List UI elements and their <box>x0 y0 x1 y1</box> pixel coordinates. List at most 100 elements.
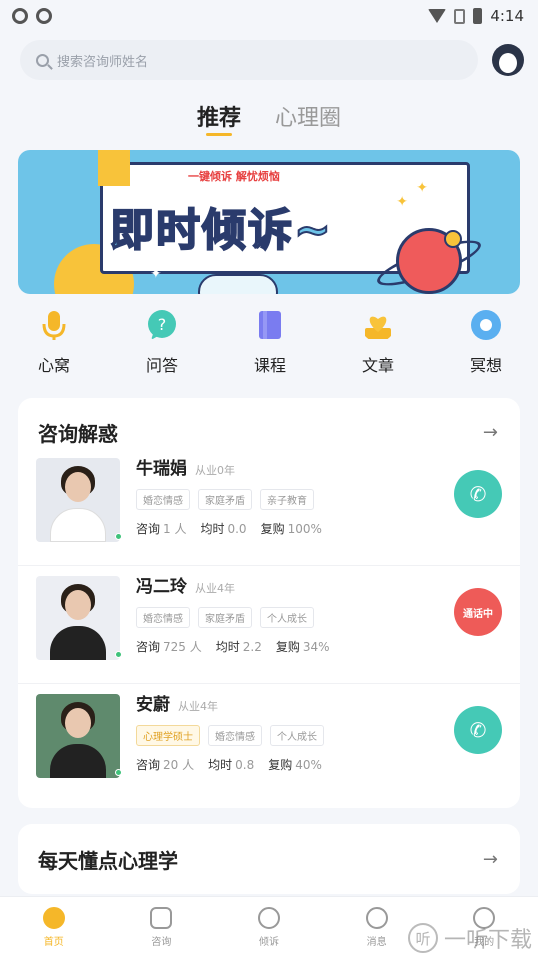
name-line: 安蔚 从业4年 <box>136 690 504 715</box>
status-indicators: 4:14 <box>428 7 524 25</box>
call-button[interactable]: ✆ <box>454 706 502 754</box>
nav-label: 消息 <box>366 937 387 948</box>
name-line: 冯二玲 从业4年 <box>136 572 504 597</box>
counselor-row[interactable]: 牛瑞娟 从业0年 婚恋情感 家庭矛盾 亲子教育 咨询 1 人 均时 0.0 复购 10… <box>18 448 520 566</box>
message-icon <box>365 907 388 929</box>
phone-icon: ✆ <box>469 482 487 506</box>
battery-icon <box>473 8 483 24</box>
user-avatar[interactable] <box>492 44 524 76</box>
nav-label: 倾诉 <box>258 937 279 948</box>
counselor-photo <box>36 576 122 660</box>
in-call-button[interactable]: 通话中 <box>454 588 502 636</box>
photo-face <box>65 708 91 738</box>
sun-icon <box>444 230 462 248</box>
svg-text:?: ? <box>158 315 167 334</box>
counselor-tags: 婚恋情感 家庭矛盾 亲子教育 <box>136 489 504 510</box>
tab-psych-circle[interactable]: 心理圈 <box>275 100 341 140</box>
quick-nav-label: 冥想 <box>469 356 502 375</box>
counselor-photo <box>36 458 122 542</box>
stat-consults: 咨询 1 人 <box>136 522 187 536</box>
nav-home[interactable]: 首页 <box>27 907 81 948</box>
counselor-info: 牛瑞娟 从业0年 婚恋情感 家庭矛盾 亲子教育 咨询 1 人 均时 0.0 复购 10… <box>136 454 504 537</box>
home-icon <box>42 907 65 929</box>
arrow-right-icon[interactable]: → <box>483 849 498 870</box>
tag: 婚恋情感 <box>136 489 190 510</box>
notification-icon <box>12 8 28 24</box>
photo-body <box>50 508 106 542</box>
in-call-label: 通话中 <box>463 608 493 620</box>
search-icon <box>36 53 49 67</box>
quick-nav-course[interactable]: 课程 <box>250 308 290 376</box>
tag: 个人成长 <box>260 607 314 628</box>
tag: 个人成长 <box>270 725 324 746</box>
counselor-stats: 咨询 20 人 均时 0.8 复购 40% <box>136 756 504 773</box>
wifi-icon <box>428 9 447 23</box>
counselor-stats: 咨询 1 人 均时 0.0 复购 100% <box>136 520 504 537</box>
microphone-icon <box>42 311 66 340</box>
nav-label: 首页 <box>43 937 64 948</box>
consult-icon <box>150 907 173 929</box>
counselor-years: 从业0年 <box>195 464 235 477</box>
counselor-years: 从业4年 <box>178 700 218 713</box>
nav-label: 咨询 <box>151 937 172 948</box>
star-icon: ✦ <box>416 180 428 196</box>
counselor-name: 冯二玲 <box>136 577 187 597</box>
tag: 亲子教育 <box>260 489 314 510</box>
section-title: 每天懂点心理学 <box>38 848 178 873</box>
stat-consults: 咨询 725 人 <box>136 640 202 654</box>
counselor-row[interactable]: 冯二玲 从业4年 婚恋情感 家庭矛盾 个人成长 咨询 725 人 均时 2.2 复购… <box>18 566 520 684</box>
tab-recommend[interactable]: 推荐 <box>197 100 241 140</box>
photo-face <box>65 590 91 620</box>
book-icon <box>259 311 281 339</box>
photo-body <box>50 744 106 778</box>
tag: 家庭矛盾 <box>198 607 252 628</box>
top-tabs: 推荐 心理圈 <box>0 100 538 140</box>
quick-nav-label: 问答 <box>145 356 178 375</box>
stat-repeat: 复购 100% <box>260 522 322 536</box>
watermark-text: 一听下载 <box>443 928 532 953</box>
online-status-dot <box>115 769 122 776</box>
quick-nav-qa[interactable]: ? 问答 <box>142 308 182 376</box>
star-icon: ✦ <box>150 266 162 282</box>
stat-avg-time: 均时 0.8 <box>208 758 255 772</box>
nav-messages[interactable]: 消息 <box>350 907 404 948</box>
tag: 家庭矛盾 <box>198 489 252 510</box>
tag: 心理学硕士 <box>136 725 200 746</box>
counselor-name: 牛瑞娟 <box>136 459 187 479</box>
quick-nav-label: 文章 <box>361 356 394 375</box>
meditation-circle-icon <box>471 310 501 340</box>
quick-nav-meditation[interactable]: 冥想 <box>466 308 506 376</box>
heart-card-icon <box>365 316 391 339</box>
arrow-right-icon[interactable]: → <box>483 422 498 443</box>
photo-face <box>65 472 91 502</box>
counselor-row[interactable]: 安蔚 从业4年 心理学硕士 婚恋情感 个人成长 咨询 20 人 均时 0.8 复购 4… <box>18 684 520 802</box>
consult-card-header[interactable]: 咨询解惑 → <box>18 398 520 448</box>
watermark-logo: 听 <box>407 923 438 953</box>
quick-nav-article[interactable]: 文章 <box>358 308 398 376</box>
nav-consult[interactable]: 咨询 <box>134 907 188 948</box>
status-bar: 4:14 <box>0 0 538 32</box>
counselor-photo <box>36 694 122 778</box>
app-screen: 4:14 搜索咨询师姓名 推荐 心理圈 一键倾诉 解忧烦恼 即时倾诉~ ✦ ✦ … <box>0 0 538 958</box>
section-title: 咨询解惑 <box>38 421 118 446</box>
quick-nav: 心窝 ? 问答 课程 文章 冥想 <box>0 294 538 376</box>
promo-banner[interactable]: 一键倾诉 解忧烦恼 即时倾诉~ ✦ ✦ ✦ <box>18 150 520 294</box>
watermark: 听 一听下载 <box>407 922 532 954</box>
counselor-name: 安蔚 <box>136 695 170 715</box>
status-notifications <box>12 8 52 24</box>
search-input[interactable]: 搜索咨询师姓名 <box>20 40 478 80</box>
nav-talk[interactable]: 倾诉 <box>242 907 296 948</box>
question-bubble-icon: ? <box>148 310 176 340</box>
lightbulb-icon <box>257 907 280 929</box>
call-button[interactable]: ✆ <box>454 470 502 518</box>
counselor-tags: 心理学硕士 婚恋情感 个人成长 <box>136 725 504 746</box>
online-status-dot <box>115 533 122 540</box>
counselor-tags: 婚恋情感 家庭矛盾 个人成长 <box>136 607 504 628</box>
notification-icon <box>36 8 52 24</box>
tag: 婚恋情感 <box>208 725 262 746</box>
quick-nav-label: 心窝 <box>37 356 70 375</box>
stat-avg-time: 均时 2.2 <box>215 640 262 654</box>
daily-psychology-card[interactable]: 每天懂点心理学 → <box>18 824 520 894</box>
quick-nav-heart-nest[interactable]: 心窝 <box>34 308 74 376</box>
banner-title: 即时倾诉~ <box>109 204 333 257</box>
